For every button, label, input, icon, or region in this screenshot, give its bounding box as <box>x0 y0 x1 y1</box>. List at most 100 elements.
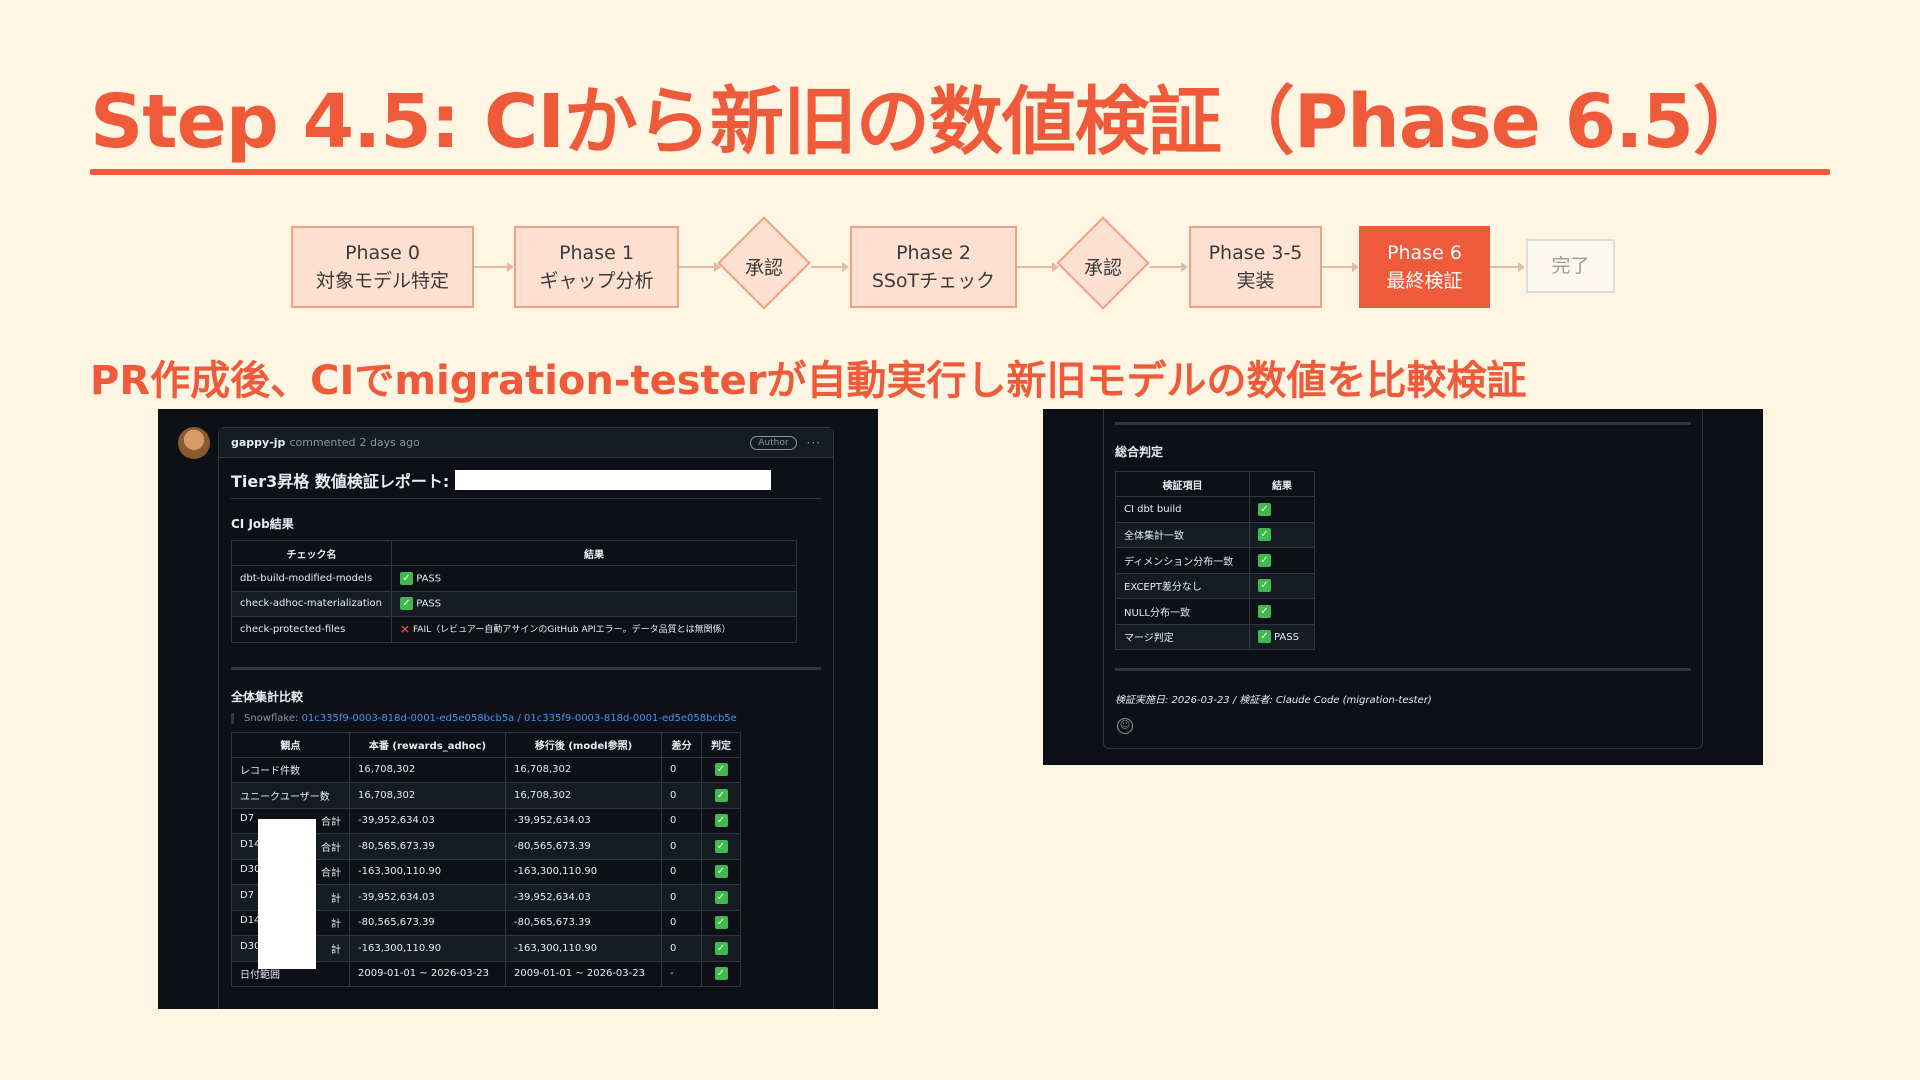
agg-judge: ✓ <box>701 807 741 834</box>
agg-judge: ✓ <box>701 960 741 987</box>
ci-result-text: FAIL（レビュアー自動アサインのGitHub APIエラー。データ品質とは無関… <box>412 625 731 635</box>
section-divider <box>1115 668 1691 671</box>
flow-arrow-icon <box>1181 262 1188 272</box>
more-options-icon[interactable]: ··· <box>807 436 821 450</box>
flow-phase-6: Phase 6 最終検証 <box>1359 226 1490 308</box>
table-row: NULL分布一致 ✓ <box>1115 598 1315 625</box>
agg-after: -163,300,110.90 <box>505 935 662 962</box>
check-box-icon: ✓ <box>1258 502 1271 516</box>
section-divider <box>1115 422 1691 425</box>
flow-phase-1: Phase 1 ギャップ分析 <box>514 226 679 308</box>
table-row: CI dbt build ✓ <box>1115 496 1315 523</box>
check-box-icon: ✓ <box>714 839 728 853</box>
agg-after: -80,565,673.39 <box>505 833 662 860</box>
table-row: check-protected-files ✕ FAIL（レビュアー自動アサイン… <box>231 616 797 643</box>
agg-aspect-head: D7 <box>240 889 255 901</box>
verdict-result: ✓ <box>1249 521 1315 548</box>
flow-phase-3-5: Phase 3-5 実装 <box>1189 226 1322 308</box>
check-box-icon: ✓ <box>1258 528 1271 542</box>
title-underline <box>90 169 1830 175</box>
agg-prod: 16,708,302 <box>349 782 506 809</box>
agg-diff: 0 <box>661 858 702 885</box>
agg-diff: 0 <box>661 756 702 783</box>
agg-aspect-tail: 合計 <box>321 868 341 880</box>
agg-aspect-tail: 計 <box>331 919 341 931</box>
snowflake-label: Snowflake: <box>244 712 299 724</box>
cross-icon: ✕ <box>400 622 411 637</box>
flow-phase-2-sub: SSoTチェック <box>871 270 996 292</box>
flow-connector <box>1017 266 1052 268</box>
check-box-icon: ✓ <box>1258 553 1271 567</box>
agg-aspect-tail: 合計 <box>321 817 341 829</box>
flow-connector <box>811 266 842 268</box>
table-row: 全体集計一致 ✓ <box>1115 521 1315 548</box>
ci-check-name: check-adhoc-materialization <box>231 590 392 617</box>
agg-diff: 0 <box>661 807 702 834</box>
agg-judge: ✓ <box>701 909 741 936</box>
agg-prod: -163,300,110.90 <box>349 935 506 962</box>
agg-aspect-head: D7 <box>240 813 255 825</box>
flow-arrow-icon <box>1352 262 1359 272</box>
ci-job-heading: CI Job結果 <box>231 517 294 531</box>
ci-check-result: ✓ PASS <box>391 565 797 592</box>
flow-arrow-icon <box>842 262 849 272</box>
table-row: dbt-build-modified-models ✓ PASS <box>231 565 797 592</box>
report-title: Tier3昇格 数値検証レポート: <box>231 468 821 499</box>
check-box-icon: ✓ <box>714 788 728 802</box>
ci-check-name: check-protected-files <box>231 616 392 643</box>
agg-judge: ✓ <box>701 782 741 809</box>
agg-diff: 0 <box>661 884 702 911</box>
flow-phase-0-sub: 対象モデル特定 <box>315 270 449 292</box>
verdict-result: ✓ <box>1249 547 1315 574</box>
agg-aspect-tail: 計 <box>331 893 341 905</box>
table-row: check-adhoc-materialization ✓ PASS <box>231 590 797 617</box>
flow-arrow-icon <box>1518 262 1525 272</box>
snowflake-query-link[interactable]: 01c335f9-0003-818d-0001-ed5e058bcb5a / 0… <box>302 713 737 724</box>
flow-phase-3-5-title: Phase 3-5 <box>1208 242 1303 264</box>
flow-connector <box>1490 266 1518 268</box>
flow-phase-0: Phase 0 対象モデル特定 <box>291 226 474 308</box>
verdict-table: 検証項目 結果 CI dbt build ✓ 全体集計一致 ✓ ディメンション分… <box>1115 471 1315 650</box>
slide-title: Step 4.5: CIから新旧の数値検証（Phase 6.5） <box>90 79 1767 165</box>
ci-check-result: ✕ FAIL（レビュアー自動アサインのGitHub APIエラー。データ品質とは… <box>391 616 797 643</box>
verdict-item: 全体集計一致 <box>1115 521 1250 548</box>
check-box-icon: ✓ <box>1258 604 1271 618</box>
flow-arrow-icon <box>507 262 514 272</box>
comment-time[interactable]: 2 days ago <box>359 436 419 449</box>
verdict-result: ✓ <box>1249 572 1315 599</box>
agg-after: 16,708,302 <box>505 782 662 809</box>
verdict-result: ✓ PASS <box>1249 623 1315 650</box>
agg-header-diff: 差分 <box>661 731 702 758</box>
check-box-icon: ✓ <box>714 814 728 828</box>
ci-result-text: PASS <box>416 598 442 610</box>
agg-diff: - <box>661 960 702 987</box>
comment-author[interactable]: gappy-jp <box>231 436 285 449</box>
flow-done: 完了 <box>1526 239 1615 293</box>
report-title-text: Tier3昇格 数値検証レポート: <box>231 472 450 491</box>
agg-prod: 2009-01-01 ~ 2026-03-23 <box>349 960 506 987</box>
comment-header: gappy-jp commented 2 days ago Author ··· <box>219 428 833 458</box>
verdict-item: ディメンション分布一致 <box>1115 547 1250 574</box>
agg-after: 16,708,302 <box>505 756 662 783</box>
check-box-icon: ✓ <box>714 941 728 955</box>
agg-diff: 0 <box>661 833 702 860</box>
check-box-icon: ✓ <box>400 597 413 611</box>
table-row: EXCEPT差分なし ✓ <box>1115 572 1315 599</box>
agg-judge: ✓ <box>701 833 741 860</box>
flow-phase-6-sub: 最終検証 <box>1386 270 1463 292</box>
add-reaction-icon[interactable]: ☺ <box>1117 718 1133 734</box>
phase-flow: Phase 0 対象モデル特定 Phase 1 ギャップ分析 承認 Phase … <box>0 216 1920 320</box>
table-row: ディメンション分布一致 ✓ <box>1115 547 1315 574</box>
agg-judge: ✓ <box>701 935 741 962</box>
verdict-item: NULL分布一致 <box>1115 598 1250 625</box>
agg-judge: ✓ <box>701 756 741 783</box>
ci-header-check: チェック名 <box>231 540 392 566</box>
check-box-icon: ✓ <box>714 763 728 777</box>
flow-phase-1-title: Phase 1 <box>559 242 634 264</box>
check-box-icon: ✓ <box>1258 579 1271 593</box>
flow-connector <box>474 266 507 268</box>
verdict-item: EXCEPT差分なし <box>1115 572 1250 599</box>
check-box-icon: ✓ <box>714 865 728 879</box>
flow-done-label: 完了 <box>1551 255 1590 277</box>
redacted-box <box>258 819 316 969</box>
